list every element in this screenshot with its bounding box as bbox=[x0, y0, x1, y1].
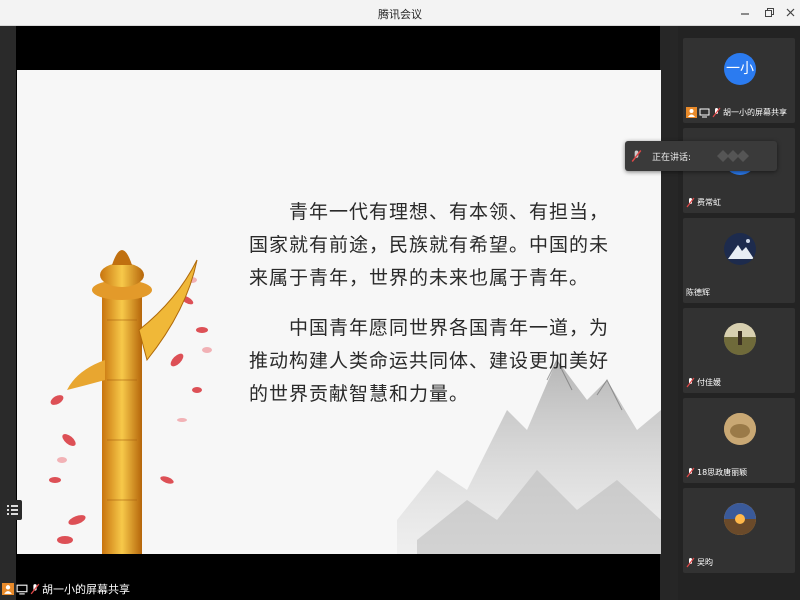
participant-name: 吴昀 bbox=[697, 558, 713, 567]
avatar: 一小 bbox=[724, 53, 756, 85]
share-source-name: 胡一小的屏幕共享 bbox=[42, 583, 130, 596]
mic-muted-icon bbox=[631, 150, 642, 162]
minimize-icon[interactable] bbox=[736, 4, 754, 22]
participant-name: 陈德辉 bbox=[686, 288, 710, 297]
right-strip bbox=[660, 26, 678, 600]
list-icon bbox=[7, 505, 18, 515]
participant-name: 费常虹 bbox=[697, 198, 721, 207]
mic-muted-icon bbox=[686, 557, 695, 568]
participant-tile[interactable]: 付佳媛 bbox=[683, 308, 795, 393]
participant-tile[interactable]: 吴昀 bbox=[683, 488, 795, 573]
participant-label: 吴昀 bbox=[686, 557, 713, 568]
participant-name: 胡一小的屏幕共享 bbox=[723, 108, 787, 117]
close-icon[interactable] bbox=[782, 4, 800, 22]
mic-muted-icon bbox=[686, 467, 695, 478]
slide-paragraph-2: 中国青年愿同世界各国青年一道，为推动构建人类命运共同体、建设更加美好的世界贡献智… bbox=[249, 317, 610, 405]
participant-tile[interactable]: 一小 胡一小的屏幕共享 bbox=[683, 38, 795, 123]
meeting-main: 青年一代有理想、有本领、有担当，国家就有前途，民族就有希望。中国的未来属于青年，… bbox=[0, 26, 800, 600]
slide-paragraph-1: 青年一代有理想、有本领、有担当，国家就有前途，民族就有希望。中国的未来属于青年，… bbox=[249, 201, 610, 289]
avatar bbox=[724, 323, 756, 355]
mic-muted-icon bbox=[686, 197, 695, 208]
shared-slide: 青年一代有理想、有本领、有担当，国家就有前途，民族就有希望。中国的未来属于青年，… bbox=[17, 70, 661, 554]
host-icon bbox=[2, 583, 14, 595]
participant-label: 费常虹 bbox=[686, 197, 721, 208]
participant-name: 付佳媛 bbox=[697, 378, 721, 387]
speaking-label: 正在讲话: bbox=[652, 153, 692, 163]
mic-muted-icon bbox=[712, 107, 721, 118]
participant-label: 付佳媛 bbox=[686, 377, 721, 388]
avatar bbox=[724, 503, 756, 535]
speaker-avatars-icon bbox=[717, 150, 749, 162]
speaking-indicator: 正在讲话: bbox=[625, 141, 777, 171]
window-title: 腾讯会议 bbox=[378, 8, 422, 21]
participants-panel: 一小 胡一小的屏幕共享 常虹 费常虹 陈德辉 bbox=[678, 26, 800, 600]
mic-muted-icon bbox=[686, 377, 695, 388]
mic-muted-icon bbox=[30, 583, 40, 595]
screen-share-icon bbox=[699, 108, 710, 118]
huabiao-pillar-image bbox=[49, 250, 212, 554]
restore-icon[interactable] bbox=[760, 4, 778, 22]
title-bar: 腾讯会议 bbox=[0, 0, 800, 26]
share-source-label: 胡一小的屏幕共享 bbox=[2, 581, 130, 597]
participant-tile[interactable]: 18思政唐丽颖 bbox=[683, 398, 795, 483]
host-icon bbox=[686, 107, 697, 118]
avatar bbox=[724, 413, 756, 445]
avatar bbox=[724, 233, 756, 265]
participant-label: 胡一小的屏幕共享 bbox=[686, 107, 787, 118]
participant-label: 18思政唐丽颖 bbox=[686, 467, 747, 478]
screen-share-icon bbox=[16, 584, 28, 595]
participant-label: 陈德辉 bbox=[686, 287, 710, 298]
list-menu-button[interactable] bbox=[2, 500, 22, 520]
participant-tile[interactable]: 陈德辉 bbox=[683, 218, 795, 303]
participant-name: 18思政唐丽颖 bbox=[697, 468, 748, 477]
